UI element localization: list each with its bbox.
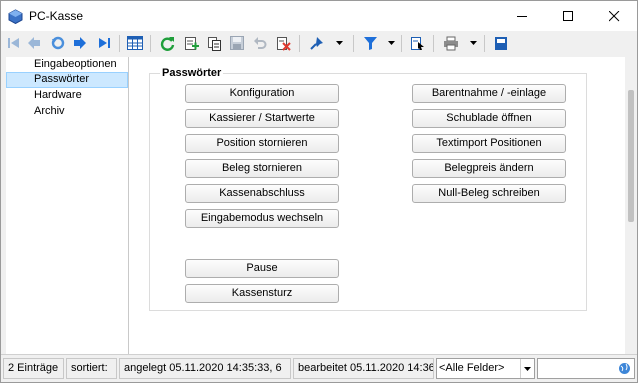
title-bar: PC-Kasse — [1, 1, 637, 31]
last-record-icon — [99, 38, 110, 48]
window-title: PC-Kasse — [29, 9, 84, 23]
refresh-button[interactable] — [158, 34, 176, 52]
chevron-down-icon — [335, 41, 343, 45]
vertical-scrollbar[interactable] — [625, 57, 637, 354]
delete-button[interactable] — [274, 34, 292, 52]
save-icon — [230, 36, 244, 50]
eingabemodus-wechseln-button[interactable]: Eingabemodus wechseln — [185, 209, 339, 228]
refresh-back-icon — [51, 36, 65, 50]
beleg-stornieren-button[interactable]: Beleg stornieren — [185, 159, 339, 178]
chevron-down-icon — [524, 366, 531, 371]
table-view-button[interactable] — [126, 34, 144, 52]
close-button[interactable] — [591, 1, 637, 31]
null-beleg-schreiben-button[interactable]: Null-Beleg schreiben — [412, 184, 566, 203]
document-cursor-icon — [410, 36, 424, 50]
sidebar-item-eingabeoptionen[interactable]: Eingabeoptionen — [6, 57, 128, 73]
field-filter-dropdown[interactable] — [520, 359, 534, 378]
copy-icon — [207, 36, 221, 51]
group-title: Passwörter — [160, 67, 224, 79]
filter-icon — [363, 36, 377, 50]
undo-icon — [254, 37, 267, 49]
toolbar-separator — [353, 35, 354, 52]
barentnahme-einlage-button[interactable]: Barentnahme / -einlage — [412, 84, 566, 103]
select-document-button[interactable] — [408, 34, 426, 52]
sidebar-item-hardware[interactable]: Hardware — [6, 88, 128, 104]
toolbar-separator — [484, 35, 485, 52]
toolbar-separator — [119, 35, 120, 52]
app-icon — [8, 9, 23, 24]
filter-dropdown-button[interactable] — [386, 34, 396, 52]
kassierer-startwerte-button[interactable]: Kassierer / Startwerte — [185, 109, 339, 128]
record-count: 2 Einträge — [3, 358, 64, 379]
konfiguration-button[interactable]: Konfiguration — [185, 84, 339, 103]
back-button[interactable] — [49, 34, 67, 52]
chevron-down-icon — [469, 41, 477, 45]
delete-document-icon — [276, 36, 291, 51]
toolbar — [1, 31, 637, 57]
pin-dropdown-button[interactable] — [334, 34, 344, 52]
minimize-button[interactable] — [499, 1, 545, 31]
chevron-down-icon — [387, 41, 395, 45]
print-dropdown-button[interactable] — [468, 34, 478, 52]
arrow-left-icon — [28, 37, 40, 49]
undo-button[interactable] — [251, 34, 269, 52]
toolbar-separator — [401, 35, 402, 52]
arrow-right-icon — [74, 37, 86, 49]
scrollbar-thumb[interactable] — [628, 90, 634, 222]
book-button[interactable] — [492, 34, 510, 52]
status-bar: 2 Einträge sortiert: angelegt 05.11.2020… — [1, 354, 637, 382]
toolbar-separator — [150, 35, 151, 52]
maximize-button[interactable] — [545, 1, 591, 31]
previous-record-button[interactable] — [25, 34, 43, 52]
table-icon — [127, 36, 143, 50]
first-record-button[interactable] — [5, 34, 23, 52]
search-input[interactable] — [537, 358, 635, 379]
new-record-button[interactable] — [182, 34, 200, 52]
belegpreis-aendern-button[interactable]: Belegpreis ändern — [412, 159, 566, 178]
edited-timestamp: bearbeitet 05.11.2020 14:36: — [293, 358, 434, 379]
close-icon — [608, 10, 619, 21]
sidebar: Eingabeoptionen Passwörter Hardware Arch… — [6, 57, 129, 354]
content-panel: Passwörter Konfiguration Kassierer / Sta… — [129, 57, 625, 354]
last-record-button[interactable] — [95, 34, 113, 52]
kassensturz-button[interactable]: Kassensturz — [185, 284, 339, 303]
sort-status: sortiert: — [66, 358, 117, 379]
schublade-oeffnen-button[interactable]: Schublade öffnen — [412, 109, 566, 128]
field-filter-value: <Alle Felder> — [439, 362, 505, 374]
toolbar-separator — [433, 35, 434, 52]
print-button[interactable] — [442, 34, 460, 52]
first-record-icon — [8, 38, 19, 48]
pin-icon — [309, 36, 323, 50]
globe-search-icon[interactable] — [618, 362, 631, 375]
position-stornieren-button[interactable]: Position stornieren — [185, 134, 339, 153]
pin-button[interactable] — [307, 34, 325, 52]
field-filter-select[interactable]: <Alle Felder> — [436, 358, 535, 379]
created-timestamp: angelegt 05.11.2020 14:35:33, 6 — [119, 358, 291, 379]
copy-button[interactable] — [205, 34, 223, 52]
next-record-button[interactable] — [71, 34, 89, 52]
printer-icon — [444, 36, 458, 50]
sidebar-item-archiv[interactable]: Archiv — [6, 104, 128, 120]
sidebar-item-passwoerter[interactable]: Passwörter — [6, 72, 128, 88]
refresh-icon — [160, 36, 174, 51]
textimport-positionen-button[interactable]: Textimport Positionen — [412, 134, 566, 153]
book-icon — [495, 36, 507, 50]
filter-button[interactable] — [361, 34, 379, 52]
minimize-icon — [516, 15, 527, 17]
pause-button[interactable]: Pause — [185, 259, 339, 278]
new-document-icon — [184, 36, 199, 50]
toolbar-separator — [299, 35, 300, 52]
maximize-icon — [562, 10, 573, 21]
main-window: PC-Kasse Eingabeoptionen Passwörter Hard… — [0, 0, 638, 383]
kassenabschluss-button[interactable]: Kassenabschluss — [185, 184, 339, 203]
save-button[interactable] — [228, 34, 246, 52]
